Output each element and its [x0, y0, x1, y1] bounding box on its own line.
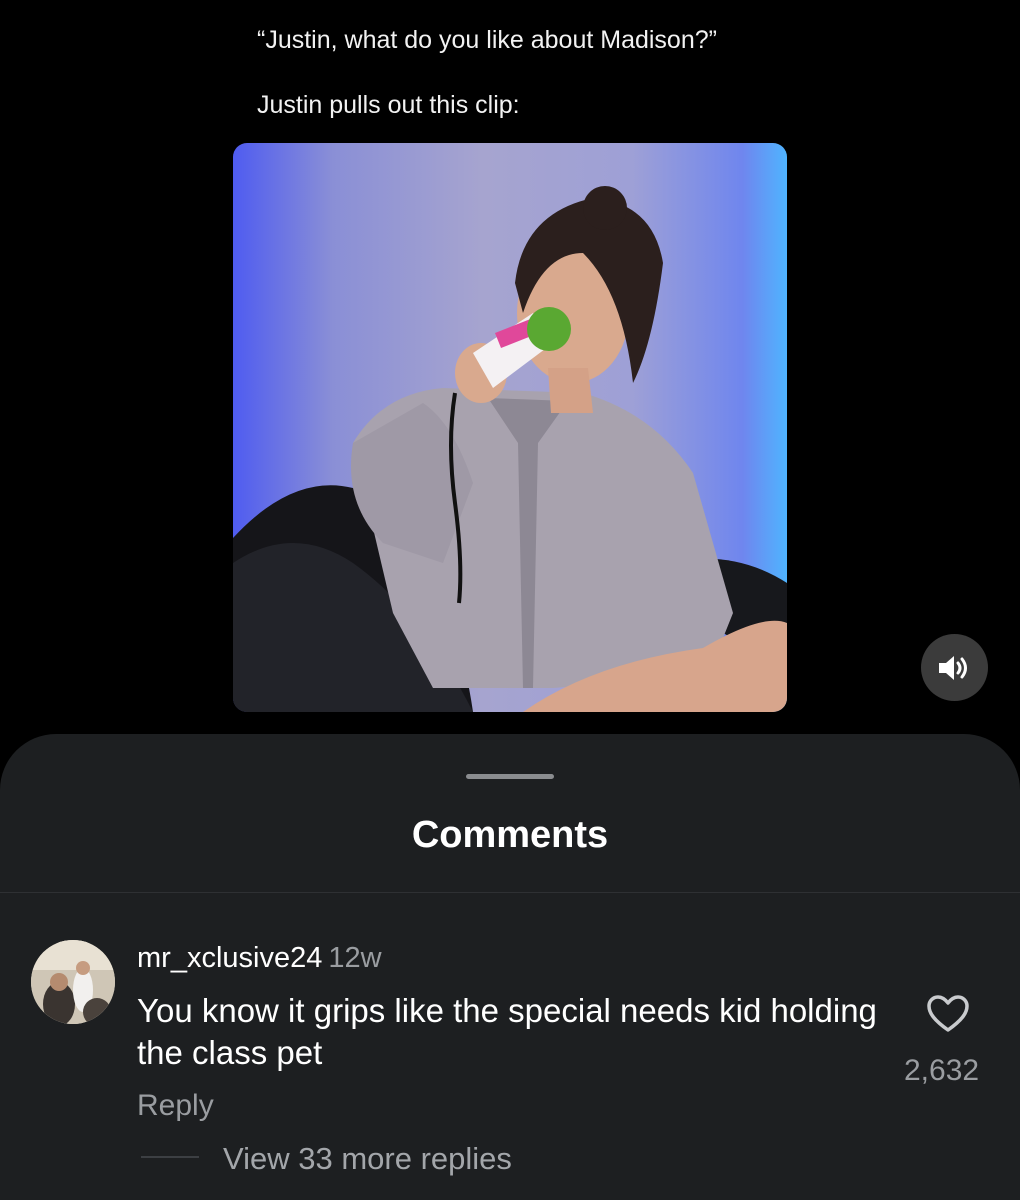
video-player[interactable] — [233, 143, 787, 712]
reply-button[interactable]: Reply — [137, 1089, 214, 1123]
heart-outline-icon[interactable] — [926, 994, 970, 1034]
replies-indent-line — [141, 1156, 199, 1158]
like-count: 2,632 — [904, 1054, 980, 1087]
view-more-replies-button[interactable]: View 33 more replies — [223, 1141, 512, 1177]
comment-username[interactable]: mr_xclusive24 — [137, 942, 322, 974]
sheet-drag-handle[interactable] — [466, 774, 554, 779]
post-caption-line-1: “Justin, what do you like about Madison?… — [257, 26, 717, 54]
video-frame-illustration — [233, 186, 787, 712]
comments-sheet: Comments mr_xclusive24 12w You know it gr… — [0, 734, 1020, 1200]
sound-toggle-button[interactable] — [921, 634, 988, 701]
comment-text: You know it grips like the special needs… — [137, 992, 877, 1071]
comment-username-line: mr_xclusive24 12w — [137, 942, 382, 975]
divider — [0, 892, 1020, 893]
comments-title: Comments — [411, 814, 609, 856]
comment-timestamp: 12w — [328, 942, 382, 974]
post-caption-line-2: Justin pulls out this clip: — [257, 91, 520, 119]
avatar-photo — [31, 940, 115, 1024]
speaker-icon — [938, 655, 967, 680]
avatar[interactable] — [31, 940, 115, 1024]
